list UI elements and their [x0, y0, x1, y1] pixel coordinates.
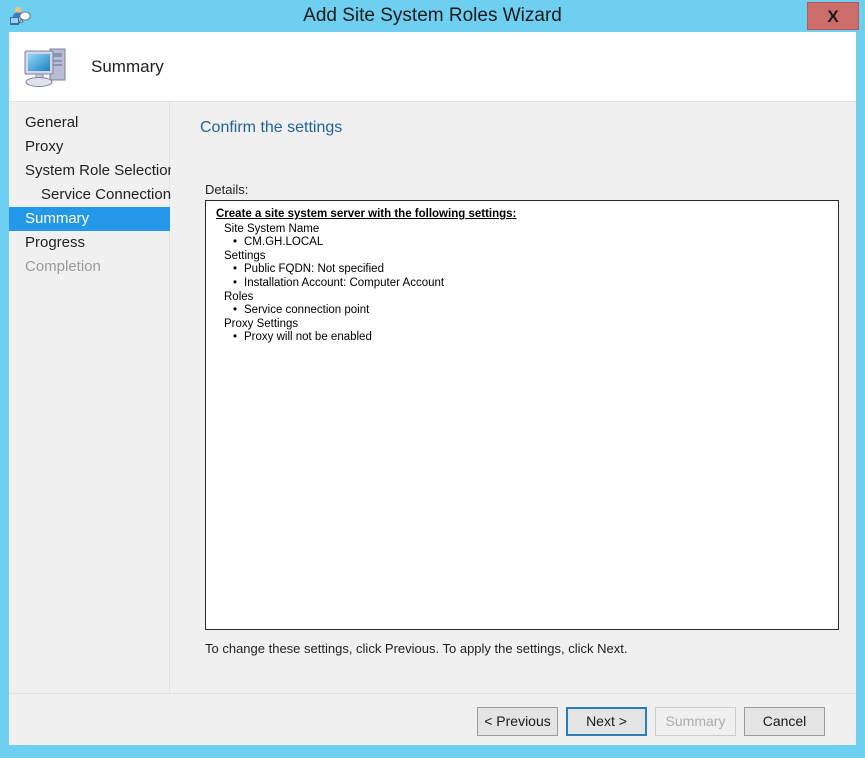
sidebar-item-summary[interactable]: Summary [9, 207, 170, 231]
sidebar-item-service-connection[interactable]: Service Connection [9, 183, 171, 207]
wizard-window: Add Site System Roles Wizard X Summary G… [0, 0, 865, 758]
previous-button[interactable]: < Previous [477, 707, 558, 736]
details-group-label: Settings [224, 249, 266, 262]
body-area: General Proxy System Role Selection Service… [9, 102, 856, 745]
sidebar-item-proxy[interactable]: Proxy [9, 135, 170, 159]
details-title: Create a site system server with the fol… [216, 208, 517, 220]
details-group-label: Proxy Settings [224, 317, 299, 330]
instruction-text: To change these settings, click Previous… [205, 641, 628, 656]
sidebar-item-progress[interactable]: Progress [9, 231, 170, 255]
sidebar-item-general[interactable]: General [9, 111, 170, 135]
page-title: Summary [91, 57, 164, 76]
details-group-label: Site System Name [224, 222, 320, 235]
cancel-button[interactable]: Cancel [744, 707, 825, 736]
details-group-label: Roles [224, 290, 254, 303]
content-pane: Confirm the settings Details: Create a s… [171, 102, 856, 745]
wizard-sidebar: General Proxy System Role Selection Service… [9, 102, 176, 745]
details-content: Create a site system server with the fol… [206, 201, 838, 345]
details-bullet-item: Installation Account: Computer Account [216, 277, 838, 291]
wizard-step-list: General Proxy System Role Selection Service… [9, 111, 176, 279]
window-title: Add Site System Roles Wizard [303, 5, 562, 26]
button-bar: < Previous Next > Summary Cancel [9, 693, 856, 745]
details-label: Details: [205, 182, 249, 197]
sidebar-item-completion: Completion [25, 258, 101, 275]
details-bullet-item: Service connection point [216, 304, 838, 318]
sidebar-item-system-role-selection[interactable]: System Role Selection [9, 159, 176, 183]
details-bullet-item: CM.GH.LOCAL [216, 236, 838, 250]
title-bar: Add Site System Roles Wizard X [0, 0, 865, 32]
details-bullet-item: Proxy will not be enabled [216, 331, 838, 345]
summary-button: Summary [655, 707, 736, 736]
wizard-header: Summary [9, 32, 856, 102]
computer-icon [21, 42, 73, 92]
details-box[interactable]: Create a site system server with the fol… [205, 200, 839, 630]
details-bullet-item: Public FQDN: Not specified [216, 263, 838, 277]
confirm-settings-heading: Confirm the settings [200, 119, 343, 136]
close-button[interactable]: X [807, 2, 859, 30]
next-button[interactable]: Next > [566, 707, 647, 736]
